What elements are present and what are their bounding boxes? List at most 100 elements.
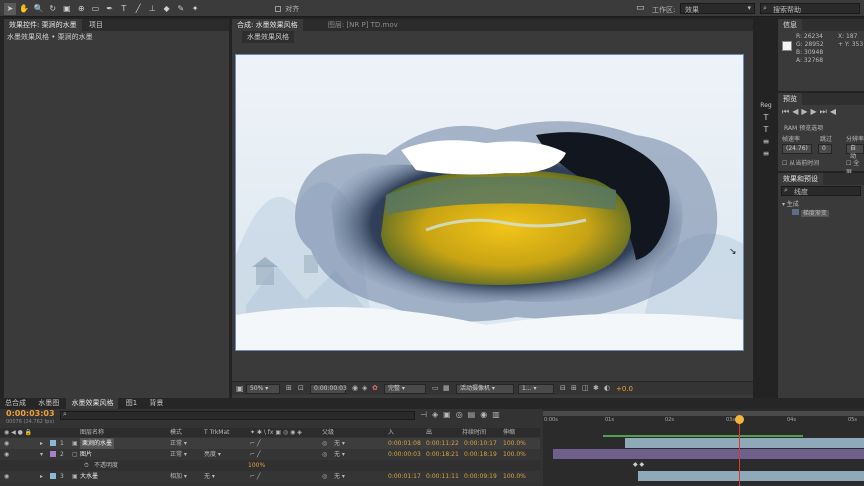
playhead[interactable] bbox=[739, 416, 740, 486]
layer-name[interactable]: 大水墨 bbox=[80, 471, 98, 482]
skip-select[interactable]: 0 bbox=[818, 144, 832, 154]
playhead-handle-icon[interactable] bbox=[735, 415, 744, 424]
effects-search-field[interactable]: ⌕ 线度 bbox=[781, 186, 861, 196]
comp-subtab[interactable]: 水墨效果风格 bbox=[242, 31, 294, 43]
zoom-tool-icon[interactable]: 🔍 bbox=[32, 3, 44, 15]
layer-parent[interactable]: 无 ▾ bbox=[334, 438, 345, 449]
reset-exposure-icon[interactable]: ◐ bbox=[604, 384, 610, 392]
tab-preview[interactable]: 预览 bbox=[778, 93, 802, 105]
visibility-icon[interactable]: ◉ bbox=[4, 471, 9, 482]
layer-parent[interactable]: 无 ▾ bbox=[334, 471, 345, 482]
composition-canvas[interactable] bbox=[235, 54, 744, 351]
layer-in[interactable]: 0:00:01:17 bbox=[388, 471, 421, 482]
layer-out[interactable]: 0:00:11:11 bbox=[426, 471, 459, 482]
stopwatch-icon[interactable]: ⏱ bbox=[84, 460, 89, 471]
timeline-search[interactable]: ⌕ bbox=[60, 410, 415, 420]
layer-duration[interactable]: 0:00:09:19 bbox=[464, 471, 497, 482]
layer-switch-icon[interactable]: ⌐ ╱ bbox=[250, 449, 261, 460]
fast-preview-icon[interactable]: ⊞ bbox=[571, 384, 577, 392]
layer-parent[interactable]: 无 ▾ bbox=[334, 449, 345, 460]
layer-name[interactable]: 栗涧的水墨 bbox=[80, 438, 115, 449]
opacity-value[interactable]: 100% bbox=[248, 460, 265, 471]
layer-row[interactable]: ◉ ▸ 3 ▣ 大水墨 相加 ▾ 无 ▾ ⌐ ╱ ◎ 无 ▾ 0:00:01:1… bbox=[0, 471, 540, 482]
timeline-tab-2[interactable]: 水墨效果风格 bbox=[66, 398, 119, 409]
layer-row[interactable]: ◉ ▾ 2 ▢ 图片 正常 ▾ 亮度 ▾ ⌐ ╱ ◎ 无 ▾ 0:00:00:0… bbox=[0, 449, 540, 460]
layer-stretch[interactable]: 100.0% bbox=[503, 438, 526, 449]
justify-icon[interactable]: ≡ bbox=[757, 148, 775, 160]
safe-margins-icon[interactable]: ⊞ bbox=[286, 384, 292, 392]
current-time[interactable]: 0:00:03:03 bbox=[6, 409, 55, 418]
tab-composition[interactable]: 合成: 水墨效果风格 bbox=[232, 19, 303, 31]
layer-trkmat[interactable]: 亮度 ▾ bbox=[204, 449, 221, 460]
tab-project[interactable]: 项目 bbox=[84, 19, 108, 31]
timeline-tab-1[interactable]: 水墨图 bbox=[33, 398, 64, 409]
layer-in[interactable]: 0:00:00:03 bbox=[388, 449, 421, 460]
timeline-tab-4[interactable]: 背景 bbox=[144, 398, 168, 409]
layer-out[interactable]: 0:00:18:21 bbox=[426, 449, 459, 460]
audio-icon[interactable]: ◀ bbox=[830, 107, 839, 116]
motion-blur-icon[interactable]: ◉ bbox=[480, 410, 492, 419]
timeline-tab-3[interactable]: 图1 bbox=[121, 398, 142, 409]
expand-icon[interactable]: ▸ bbox=[40, 438, 43, 449]
keyframe-marker[interactable]: ◆ ◆ bbox=[633, 461, 644, 468]
text-align-icon[interactable]: T bbox=[757, 112, 775, 124]
tab-effect-controls[interactable]: 效果控件: 栗涧的水墨 bbox=[4, 19, 82, 31]
tab-info[interactable]: 信息 bbox=[778, 19, 802, 31]
layer-out[interactable]: 0:00:11:22 bbox=[426, 438, 459, 449]
layer-bar[interactable] bbox=[625, 438, 864, 448]
toggle-pixel-icon[interactable]: ⊟ bbox=[560, 384, 566, 392]
expand-icon[interactable]: ▸ bbox=[40, 471, 43, 482]
first-frame-icon[interactable]: ⏮ bbox=[782, 107, 792, 116]
visibility-icon[interactable]: ◉ bbox=[4, 449, 9, 460]
transparency-grid-icon[interactable]: ▦ bbox=[443, 384, 450, 392]
region-icon[interactable]: ⊡ bbox=[298, 384, 304, 392]
visibility-icon[interactable]: ◉ bbox=[4, 438, 9, 449]
layer-in[interactable]: 0:00:01:08 bbox=[388, 438, 421, 449]
timeline-tab-0[interactable]: 总合成 bbox=[0, 398, 31, 409]
expand-icon[interactable]: ▾ bbox=[40, 449, 43, 460]
hand-tool-icon[interactable]: ✋ bbox=[18, 3, 30, 15]
clone-tool-icon[interactable]: ⊥ bbox=[146, 3, 158, 15]
text-vertical-icon[interactable]: T bbox=[757, 124, 775, 136]
mask-tool-icon[interactable]: ▭ bbox=[89, 3, 101, 15]
views-select[interactable]: 1... ▾ bbox=[518, 384, 554, 394]
layer-bar[interactable] bbox=[638, 471, 864, 481]
snapshot-icon[interactable]: ◉ bbox=[352, 384, 358, 392]
layer-switch-icon[interactable]: ⌐ ╱ bbox=[250, 438, 261, 449]
frame-blend-icon[interactable]: ▤ bbox=[468, 410, 481, 419]
layer-bar[interactable] bbox=[553, 449, 864, 459]
prev-frame-icon[interactable]: ◀ bbox=[792, 107, 801, 116]
roi-icon[interactable]: ▭ bbox=[432, 384, 439, 392]
time-ruler[interactable]: 0:00s 01s 02s 03s 04s 05s bbox=[543, 417, 864, 427]
live-update-icon[interactable]: ◈ bbox=[432, 410, 443, 419]
tab-layer[interactable]: 图层: [NR P] TD.mov bbox=[323, 19, 403, 31]
parent-pick-icon[interactable]: ◎ bbox=[322, 449, 327, 460]
graph-editor-icon[interactable]: ▥ bbox=[492, 410, 505, 419]
frame-rate-select[interactable]: (24.76) bbox=[782, 144, 812, 154]
camera-tool-icon[interactable]: ▣ bbox=[61, 3, 73, 15]
comp-flowchart-icon[interactable]: ✱ bbox=[593, 384, 599, 392]
resolution-preview-select[interactable]: 自动 bbox=[846, 144, 864, 160]
channel-icon[interactable]: ✿ bbox=[372, 384, 378, 392]
brush-tool-icon[interactable]: ╱ bbox=[132, 3, 144, 15]
layer-mode[interactable]: 正常 ▾ bbox=[170, 438, 187, 449]
resolution-select[interactable]: 完整 ▾ bbox=[384, 384, 426, 394]
workspace-icon[interactable]: ▭ bbox=[636, 3, 645, 13]
from-current-checkbox[interactable]: ☐ 从当前时间 bbox=[782, 158, 819, 167]
always-preview-icon[interactable]: ▣ bbox=[236, 384, 244, 393]
camera-select[interactable]: 活动摄像机 ▾ bbox=[456, 384, 514, 394]
layer-name[interactable]: 图片 bbox=[80, 449, 92, 460]
zoom-select[interactable]: 50% ▾ bbox=[246, 384, 280, 394]
workspace-select[interactable]: 效果 ▾ bbox=[680, 3, 755, 14]
layer-switch-icon[interactable]: ⌐ ╱ bbox=[250, 471, 261, 482]
parent-pick-icon[interactable]: ◎ bbox=[322, 471, 327, 482]
shy-icon[interactable]: ◎ bbox=[456, 410, 468, 419]
pan-behind-tool-icon[interactable]: ⊕ bbox=[75, 3, 87, 15]
eraser-tool-icon[interactable]: ◆ bbox=[161, 3, 173, 15]
selection-tool-icon[interactable]: ➤ bbox=[4, 3, 16, 15]
show-snapshot-icon[interactable]: ◈ bbox=[362, 384, 367, 392]
viewer-timecode[interactable]: 0:00:00:03 bbox=[310, 384, 347, 394]
layer-mode[interactable]: 正常 ▾ bbox=[170, 449, 187, 460]
rotate-tool-icon[interactable]: ↻ bbox=[47, 3, 59, 15]
pen-tool-icon[interactable]: ✒ bbox=[104, 3, 116, 15]
